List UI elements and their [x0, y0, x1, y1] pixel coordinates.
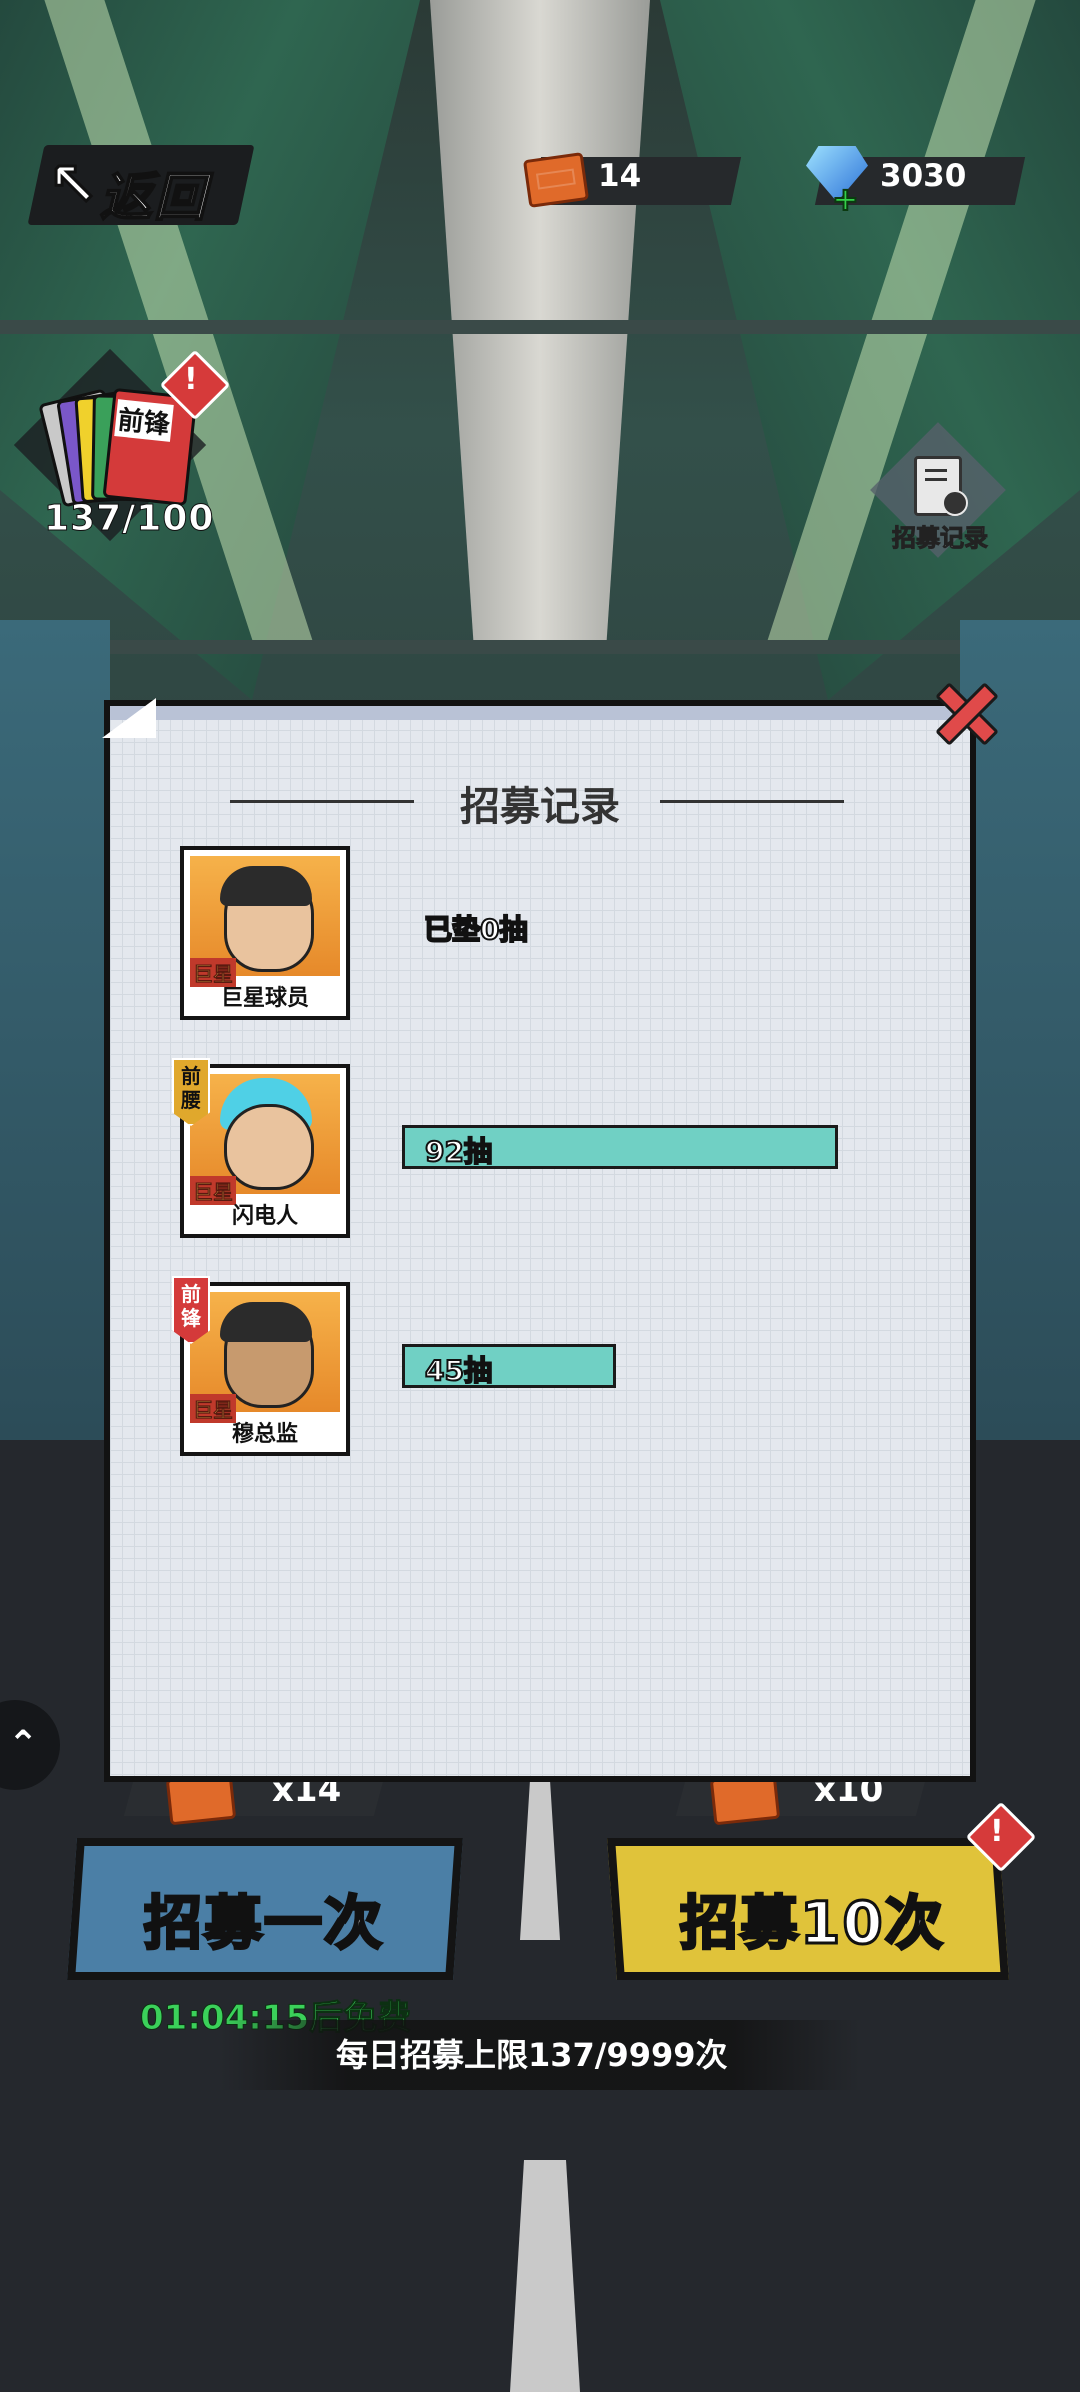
recruit-ticket-icon	[522, 152, 590, 208]
modal-title: 招募记录	[460, 784, 620, 830]
clock-icon	[942, 490, 968, 516]
recruit-once-label[interactable]: 招募一次	[142, 1876, 384, 1960]
progress-text: 92抽	[424, 1134, 493, 1169]
back-arrow-icon: ↖	[46, 149, 99, 222]
progress-text: 45抽	[424, 1353, 493, 1388]
position-tag: 前腰	[172, 1058, 210, 1126]
chevron-icon: ⌃	[8, 1724, 39, 1765]
modal-top-strip	[110, 706, 970, 720]
diamond-count: 3030	[880, 158, 967, 194]
progress-bar: 92抽	[402, 1125, 838, 1169]
alert-icon: !	[184, 362, 198, 397]
pity-count-text: 已垫0抽	[423, 912, 528, 947]
player-hair	[220, 866, 312, 906]
player-hair	[220, 1302, 312, 1342]
ceiling-crossbar	[0, 320, 1080, 334]
player-name: 穆总监	[231, 1422, 298, 1447]
recruit-ten-label[interactable]: 招募10次	[679, 1876, 945, 1960]
alert-icon: !	[990, 1814, 1004, 1849]
position-tag: 前锋	[172, 1276, 210, 1344]
ticket-count: 14	[598, 158, 642, 194]
player-face	[224, 1104, 314, 1190]
close-button[interactable]	[928, 676, 999, 746]
daily-limit: 每日招募上限137/9999次	[336, 2036, 728, 2074]
ceiling-crossbar	[0, 640, 1080, 654]
player-card: 巨星 巨星球员	[180, 846, 350, 1020]
add-diamond-icon[interactable]: +	[831, 179, 860, 219]
player-name: 闪电人	[231, 1204, 298, 1229]
progress-bar: 45抽	[402, 1344, 616, 1388]
back-label[interactable]: 返回	[99, 155, 208, 230]
card-label: 前锋	[114, 399, 174, 442]
card-count: 137/100	[43, 498, 215, 540]
player-name: 巨星球员	[220, 986, 309, 1011]
record-label[interactable]: 招募记录	[892, 518, 989, 553]
wall-left	[0, 620, 110, 1440]
